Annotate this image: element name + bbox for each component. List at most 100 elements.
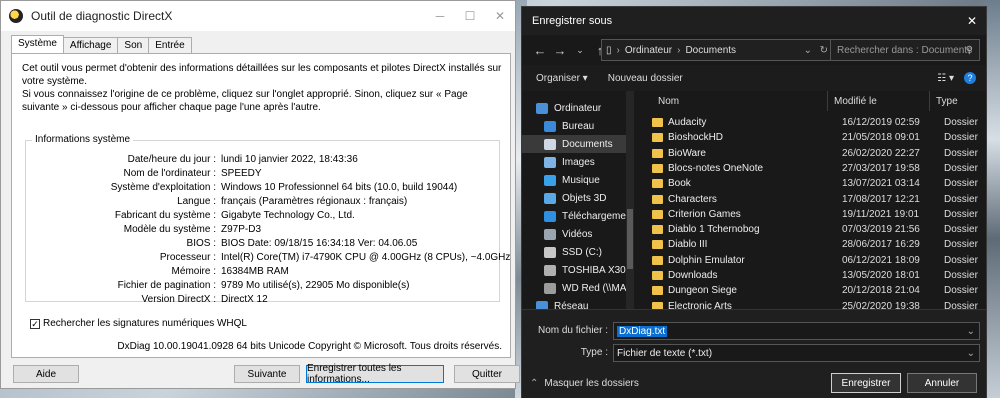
new-folder-button[interactable]: Nouveau dossier xyxy=(608,73,683,84)
save-as-titlebar[interactable]: Enregistrer sous ✕ xyxy=(522,7,986,35)
info-value: Z97P-D3 xyxy=(221,224,262,235)
nav-item[interactable]: Documents xyxy=(522,135,626,153)
file-modified: 13/07/2021 03:14 xyxy=(842,178,920,190)
info-label: Fabricant du système : xyxy=(114,210,216,221)
nav-item-label: Objets 3D xyxy=(562,192,607,204)
scrollbar-thumb[interactable] xyxy=(627,209,633,269)
file-row[interactable]: Downloads 13/05/2020 18:01 Dossier xyxy=(636,268,986,283)
nav-item[interactable]: Objets 3D xyxy=(522,189,626,207)
quit-button[interactable]: Quitter xyxy=(454,365,520,383)
file-row[interactable]: Dolphin Emulator 06/12/2021 18:09 Dossier xyxy=(636,253,986,268)
file-name: BioWare xyxy=(668,147,706,159)
hide-folders-toggle[interactable]: ⌃ Masquer les dossiers xyxy=(530,378,639,389)
file-type: Dossier xyxy=(944,193,978,205)
tab-son[interactable]: Son xyxy=(117,37,150,53)
tab-systeme[interactable]: Système xyxy=(11,35,64,53)
info-value: Windows 10 Professionnel 64 bits (10.0, … xyxy=(221,182,458,193)
info-value: BIOS Date: 09/18/15 16:34:18 Ver: 04.06.… xyxy=(221,238,418,249)
save-all-info-button[interactable]: Enregistrer toutes les informations... xyxy=(306,363,444,385)
nav-item-label: Musique xyxy=(562,174,600,186)
caret-up-icon: ⌃ xyxy=(530,378,539,389)
file-row[interactable]: Diablo III 28/06/2017 16:29 Dossier xyxy=(636,237,986,252)
nav-item-icon xyxy=(544,264,556,276)
navigation-pane: Ordinateur Bureau Documents Images Musique Ob… xyxy=(522,91,632,309)
whql-checkbox[interactable]: ✓ Rechercher les signatures numériques W… xyxy=(30,318,247,329)
organize-menu[interactable]: Organiser ▾ xyxy=(536,73,588,84)
file-row[interactable]: Book 13/07/2021 03:14 Dossier xyxy=(636,176,986,191)
file-row[interactable]: Dungeon Siege 20/12/2018 21:04 Dossier xyxy=(636,283,986,298)
file-row[interactable]: Audacity 16/12/2019 02:59 Dossier xyxy=(636,115,986,130)
help-icon[interactable]: ? xyxy=(964,72,976,84)
view-options-icon[interactable]: ☷ ▾ xyxy=(937,73,954,84)
file-row[interactable]: BioWare 26/02/2020 22:27 Dossier xyxy=(636,146,986,161)
minimize-icon[interactable]: ─ xyxy=(425,1,455,31)
close-icon[interactable]: ✕ xyxy=(958,14,986,28)
tab-entree[interactable]: Entrée xyxy=(148,37,192,53)
filename-value[interactable]: DxDiag.txt xyxy=(617,325,668,337)
nav-item[interactable]: WD Red (\\MAC xyxy=(522,279,632,297)
file-row[interactable]: Diablo 1 Tchernobog 07/03/2019 21:56 Dossi… xyxy=(636,222,986,237)
column-header-modified[interactable]: Modifié le xyxy=(828,91,930,111)
nav-item-label: Réseau xyxy=(554,300,589,310)
nav-item[interactable]: Vidéos xyxy=(522,225,626,243)
close-icon[interactable]: ✕ xyxy=(485,1,515,31)
copyright-text: DxDiag 10.00.19041.0928 64 bits Unicode … xyxy=(117,341,502,352)
folder-icon xyxy=(652,194,663,204)
intro-text: Cet outil vous permet d'obtenir des info… xyxy=(22,63,502,87)
search-input[interactable]: Rechercher dans : Documents ⚲ xyxy=(830,39,980,61)
address-bar[interactable]: ▯ › Ordinateur › Documents ⌄ ↻ xyxy=(601,39,833,61)
breadcrumb-ordinateur[interactable]: Ordinateur xyxy=(625,45,672,56)
dxdiag-titlebar[interactable]: Outil de diagnostic DirectX ─ ☐ ✕ xyxy=(1,1,515,31)
nav-item[interactable]: Ordinateur xyxy=(522,99,626,117)
save-button[interactable]: Enregistrer xyxy=(831,373,901,393)
address-bar-row: ← → ⌄ ↑ ▯ › Ordinateur › Documents ⌄ ↻ R… xyxy=(522,35,986,65)
file-name: Dungeon Siege xyxy=(668,285,737,297)
tab-affichage[interactable]: Affichage xyxy=(62,37,119,53)
breadcrumb-documents[interactable]: Documents xyxy=(685,45,736,56)
nav-item[interactable]: Images xyxy=(522,153,626,171)
chevron-down-icon[interactable]: ⌄ xyxy=(967,326,975,337)
help-button[interactable]: Aide xyxy=(13,365,79,383)
column-header-type[interactable]: Type xyxy=(930,91,986,111)
nav-item[interactable]: Musique xyxy=(522,171,626,189)
info-value: DirectX 12 xyxy=(221,294,268,305)
cancel-button[interactable]: Annuler xyxy=(907,373,977,393)
nav-item-icon xyxy=(544,282,556,294)
forward-arrow-icon[interactable]: → xyxy=(550,43,570,58)
back-arrow-icon[interactable]: ← xyxy=(530,43,550,58)
address-dropdown-icon[interactable]: ⌄ xyxy=(804,45,812,56)
refresh-icon[interactable]: ↻ xyxy=(820,45,828,56)
checkbox-checked-icon[interactable]: ✓ xyxy=(30,318,40,329)
file-row[interactable]: Blocs-notes OneNote 27/03/2017 19:58 Dossi… xyxy=(636,161,986,176)
info-label: Processeur : xyxy=(159,252,216,263)
file-name: Blocs-notes OneNote xyxy=(668,162,764,174)
file-type: Dossier xyxy=(944,132,978,144)
navigation-scrollbar[interactable] xyxy=(626,91,634,309)
nav-item[interactable]: Réseau xyxy=(522,297,626,309)
file-row[interactable]: Electronic Arts 25/02/2020 19:38 Dossier xyxy=(636,299,986,309)
recent-locations-chevron-icon[interactable]: ⌄ xyxy=(570,45,590,56)
info-value: 9789 Mo utilisé(s), 22905 Mo disponible(… xyxy=(221,280,410,291)
chevron-down-icon[interactable]: ⌄ xyxy=(967,348,975,359)
folder-icon xyxy=(652,301,663,309)
filename-input[interactable]: DxDiag.txt ⌄ xyxy=(613,322,980,340)
nav-item[interactable]: Bureau xyxy=(522,117,626,135)
info-value: français (Paramètres régionaux : françai… xyxy=(221,196,408,207)
nav-item[interactable]: Téléchargements xyxy=(522,207,632,225)
file-type: Dossier xyxy=(944,254,978,266)
folder-icon xyxy=(652,271,663,280)
next-page-button[interactable]: Suivante xyxy=(234,365,300,383)
file-row[interactable]: Characters 17/08/2017 12:21 Dossier xyxy=(636,192,986,207)
file-modified: 13/05/2020 18:01 xyxy=(842,270,920,281)
filetype-select[interactable]: Fichier de texte (*.txt) ⌄ xyxy=(613,344,980,362)
filename-label: Nom du fichier : xyxy=(537,325,608,336)
column-header-label: Nom xyxy=(658,95,680,107)
file-row[interactable]: BioshockHD 21/05/2018 09:01 Dossier xyxy=(636,130,986,145)
directx-app-icon xyxy=(9,9,23,23)
file-row[interactable]: Criterion Games 19/11/2021 19:01 Dossier xyxy=(636,207,986,222)
maximize-icon[interactable]: ☐ xyxy=(455,1,485,31)
nav-item[interactable]: SSD (C:) xyxy=(522,243,626,261)
nav-item[interactable]: TOSHIBA X300 (D xyxy=(522,261,632,279)
folder-icon xyxy=(652,133,663,143)
column-header-name[interactable]: Nom xyxy=(636,91,828,111)
